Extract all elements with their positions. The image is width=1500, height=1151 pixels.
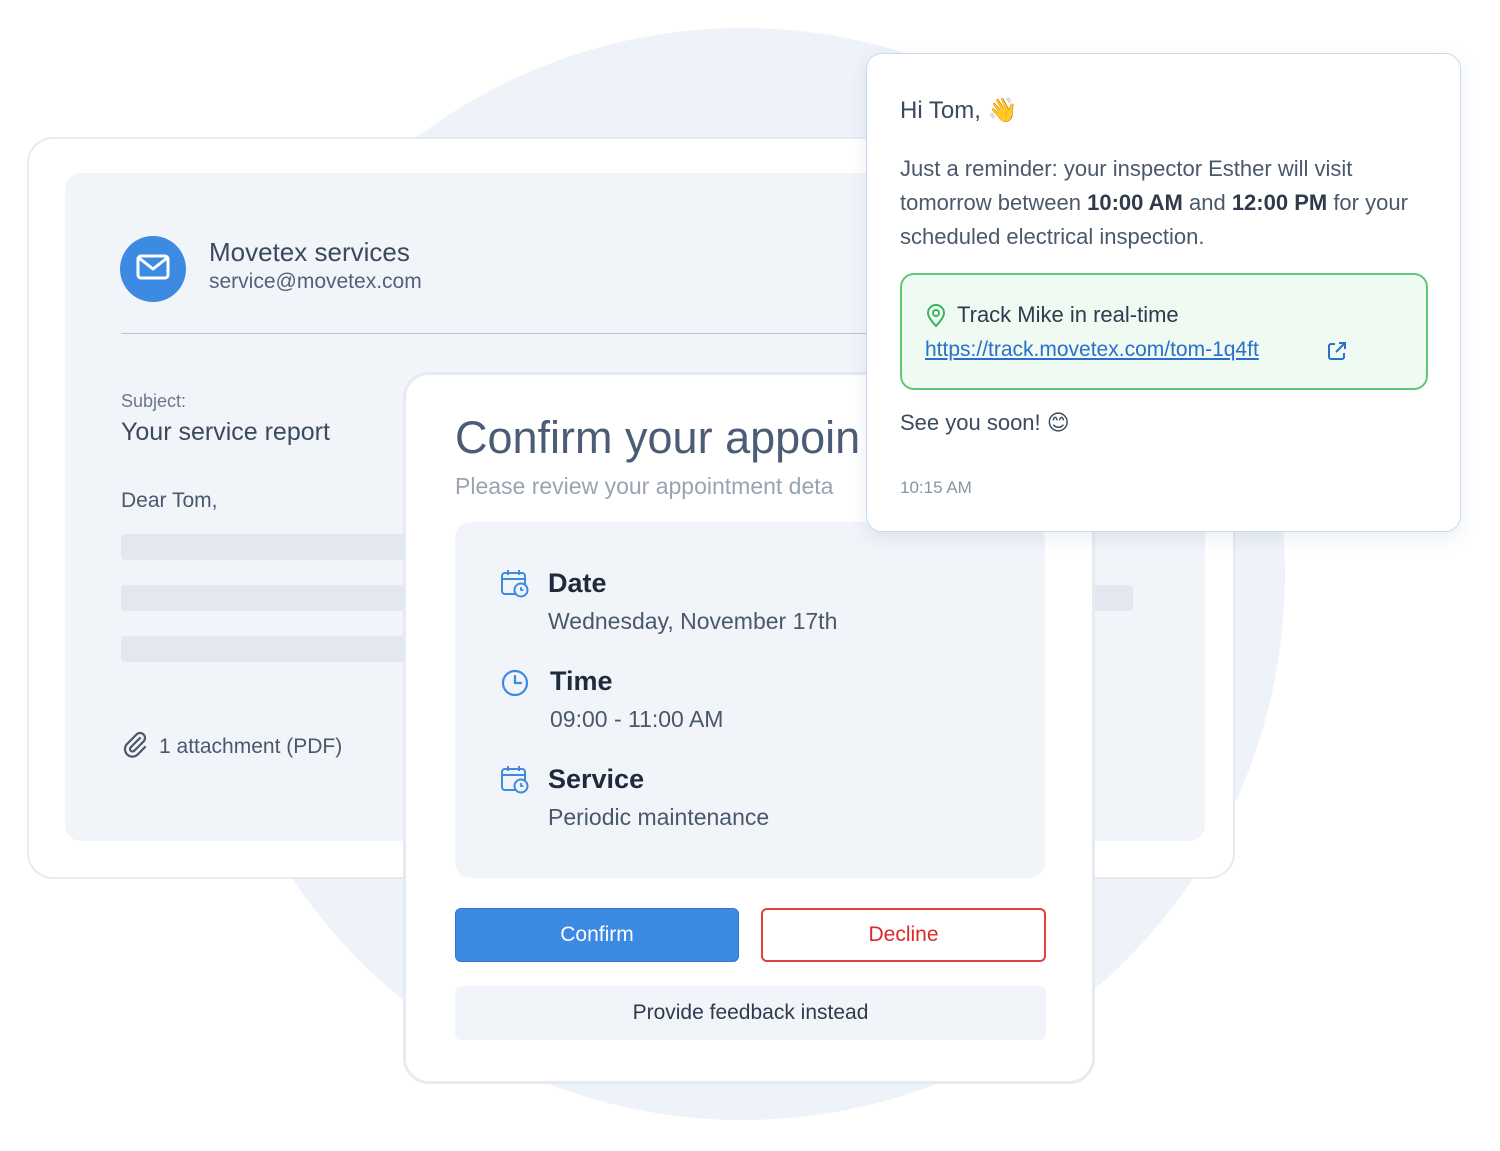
- subject-label: Subject:: [121, 391, 187, 411]
- chat-message-card: Hi Tom, 👋 Just a reminder: your inspecto…: [866, 53, 1461, 532]
- smiling-emoji: 😊: [1046, 410, 1070, 435]
- envelope-icon: [136, 254, 170, 285]
- date-label: Date: [548, 568, 607, 598]
- time-label: Time: [550, 666, 613, 696]
- tracking-title: Track Mike in real-time: [957, 302, 1179, 327]
- sender-avatar: [120, 236, 186, 302]
- tracking-box: Track Mike in real-time https://track.mo…: [900, 273, 1428, 390]
- sender-name: Movetex services: [209, 237, 410, 267]
- chat-greeting: Hi Tom, 👋: [900, 96, 1017, 125]
- text-placeholder-line: [121, 534, 421, 560]
- waving-hand-emoji: 👋: [987, 97, 1018, 124]
- email-greeting: Dear Tom,: [121, 489, 218, 512]
- clock-icon: [500, 668, 530, 698]
- message-text: and: [1182, 190, 1232, 215]
- chat-message-body: Just a reminder: your inspector Esther w…: [900, 152, 1420, 254]
- text-placeholder-line: [121, 636, 421, 662]
- date-value: Wednesday, November 17th: [548, 608, 838, 634]
- service-value: Periodic maintenance: [548, 804, 770, 830]
- appointment-title: Confirm your appoin: [455, 412, 861, 463]
- chat-farewell: See you soon! 😊: [900, 410, 1070, 436]
- confirm-button[interactable]: Confirm: [455, 908, 739, 962]
- divider: [121, 333, 941, 334]
- time-value: 09:00 - 11:00 AM: [550, 706, 724, 732]
- service-label: Service: [548, 764, 645, 794]
- farewell-text: See you soon!: [900, 410, 1041, 435]
- time-start: 10:00 AM: [1087, 190, 1183, 215]
- appointment-subtitle: Please review your appointment deta: [455, 473, 834, 499]
- calendar-clock-icon: [500, 765, 530, 795]
- chat-greeting-text: Hi Tom,: [900, 97, 981, 124]
- attachment-link[interactable]: 1 attachment (PDF): [121, 730, 342, 764]
- paperclip-icon: [121, 730, 149, 764]
- feedback-button[interactable]: Provide feedback instead: [455, 986, 1046, 1040]
- calendar-clock-icon: [500, 569, 530, 599]
- sender-email: service@movetex.com: [209, 270, 422, 293]
- tracking-link[interactable]: https://track.movetex.com/tom-1q4ft: [925, 338, 1259, 362]
- time-end: 12:00 PM: [1231, 190, 1328, 215]
- external-link-icon[interactable]: [1326, 340, 1348, 367]
- appointment-details: Date Wednesday, November 17th Time 09:00…: [455, 522, 1045, 878]
- subject-value: Your service report: [121, 418, 330, 446]
- location-pin-icon: [925, 304, 947, 333]
- attachment-label: 1 attachment (PDF): [159, 735, 343, 758]
- message-timestamp: 10:15 AM: [900, 478, 972, 497]
- decline-button[interactable]: Decline: [761, 908, 1046, 962]
